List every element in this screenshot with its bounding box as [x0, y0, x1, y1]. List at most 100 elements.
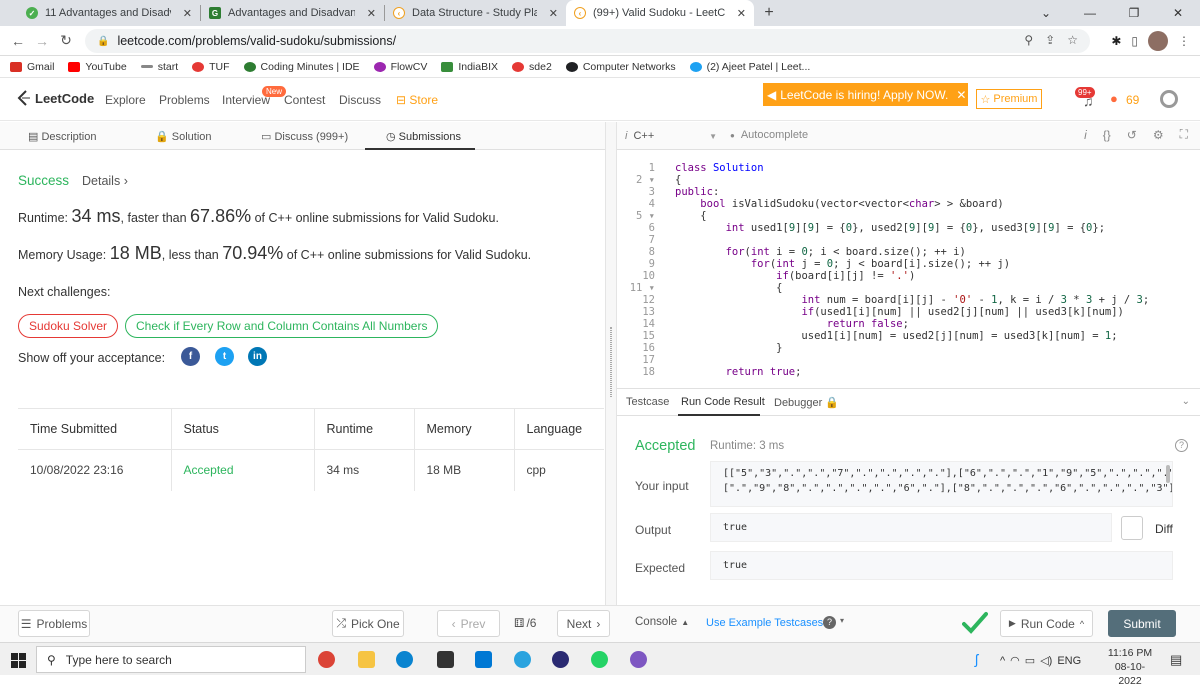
nav-discuss[interactable]: Discuss [339, 93, 381, 107]
autocomplete-toggle[interactable]: ● Autocomplete [730, 129, 808, 141]
col-time[interactable]: Time Submitted [18, 408, 172, 450]
page-indicator[interactable]: ⚅/6 [514, 616, 536, 630]
app-icon[interactable] [552, 651, 569, 668]
browser-tab-2[interactable]: G Advantages and Disadvantages c ✕ [201, 0, 384, 26]
submit-button[interactable]: Submit [1108, 610, 1176, 637]
example-testcases-link[interactable]: Use Example Testcases [706, 617, 823, 629]
bookmark-tuf[interactable]: TUF [192, 61, 230, 73]
reset-icon[interactable]: ↺ [1127, 128, 1137, 142]
help-icon[interactable]: ? [1175, 439, 1188, 452]
windows-start-icon[interactable] [11, 653, 26, 668]
profile-avatar[interactable] [1160, 90, 1178, 108]
sidepanel-icon[interactable]: ▯ [1131, 34, 1138, 48]
chevron-up-icon[interactable]: ^ [1000, 655, 1005, 667]
bookmark-start[interactable]: start [140, 61, 178, 73]
drag-handle-icon[interactable] [610, 327, 612, 397]
reload-icon[interactable]: ↻ [54, 32, 78, 49]
url-field[interactable]: 🔒 leetcode.com/problems/valid-sudoku/sub… [85, 29, 1090, 53]
browser-tab-3[interactable]: ‹ Data Structure - Study Plan - Lee ✕ [385, 0, 566, 26]
cell-status[interactable]: Accepted [171, 449, 315, 491]
pen-icon[interactable]: ʃ [975, 651, 978, 667]
col-language[interactable]: Language [514, 408, 604, 450]
bookmark-twitter[interactable]: (2) Ajeet Patel | Leet... [689, 61, 810, 73]
close-icon[interactable]: ✕ [956, 88, 966, 102]
col-memory[interactable]: Memory [414, 408, 515, 450]
language-select[interactable]: i C++ ▼ [621, 126, 717, 146]
bookmark-sde2[interactable]: sde2 [512, 61, 552, 73]
tab-debugger[interactable]: Debugger 🔒 [774, 396, 839, 409]
bookmark-flowcv[interactable]: FlowCV [373, 61, 427, 73]
forward-icon[interactable]: → [30, 33, 54, 49]
tab-description[interactable]: ▤ Description [28, 130, 97, 143]
challenge-sudoku-solver[interactable]: Sudoku Solver [18, 314, 119, 338]
clock[interactable]: 11:16 PM 08-10-2022 [1105, 646, 1155, 688]
vscode-icon[interactable] [475, 651, 492, 668]
fullscreen-icon[interactable]: ⛶ [1180, 127, 1188, 142]
col-runtime[interactable]: Runtime [314, 408, 415, 450]
store-icon[interactable] [437, 651, 454, 668]
back-icon[interactable]: ← [6, 33, 30, 49]
battery-icon[interactable]: ▭ [1025, 654, 1035, 667]
volume-icon[interactable]: ◁) [1040, 654, 1052, 667]
bookmark-youtube[interactable]: YouTube [68, 61, 127, 73]
pick-one-button[interactable]: ⤮ Pick One [332, 610, 404, 637]
chevron-down-icon[interactable]: ⌄ [1182, 396, 1190, 407]
facebook-icon[interactable]: f [181, 347, 200, 366]
bookmark-computer-networks[interactable]: Computer Networks [565, 61, 676, 73]
prev-button[interactable]: ‹ Prev [437, 610, 500, 637]
language-indicator[interactable]: ENG [1057, 655, 1081, 667]
console-toggle[interactable]: Console ▲ [635, 616, 689, 628]
telegram-icon[interactable] [514, 651, 531, 668]
tab-search-icon[interactable]: ⌄ [1024, 0, 1068, 26]
browser-tab-1[interactable]: ✓ 11 Advantages and Disadvantag ✕ [18, 0, 200, 26]
bookmark-indiabix[interactable]: IndiaBIX [441, 61, 498, 73]
premium-button[interactable]: ☆ Premium [976, 89, 1042, 109]
share-icon[interactable]: ⇪ [1045, 33, 1055, 47]
taskbar-search-input[interactable]: ⚲ Type here to search [36, 646, 306, 673]
caret-down-icon[interactable]: ▾ [840, 616, 844, 625]
hiring-banner[interactable]: ◀ LeetCode is hiring! Apply NOW. ✕ [763, 83, 968, 106]
col-status[interactable]: Status [171, 408, 315, 450]
settings-icon[interactable]: ⚙ [1153, 128, 1164, 142]
nav-contest[interactable]: Contest [284, 93, 325, 107]
code-editor[interactable]: 1 2 ▾ 3 4 5 ▾ 6 7 8 9 10 11 ▾ 12 13 14 1… [617, 150, 1200, 388]
next-button[interactable]: Next › [557, 610, 610, 637]
browser-tab-4[interactable]: ‹ (99+) Valid Sudoku - LeetCode ✕ [566, 0, 754, 26]
diff-toggle[interactable] [1121, 516, 1143, 540]
edge-icon[interactable] [396, 651, 413, 668]
run-code-button[interactable]: ▶ Run Code ^ [1000, 610, 1093, 637]
chrome-icon[interactable] [318, 651, 335, 668]
leetcode-logo[interactable]: LeetCode [17, 90, 94, 106]
info-icon[interactable]: i [1084, 128, 1087, 142]
code-braces-icon[interactable]: {} [1103, 128, 1111, 142]
twitter-icon[interactable]: t [215, 347, 234, 366]
bookmark-coding-minutes[interactable]: Coding Minutes | IDE [243, 61, 360, 73]
close-icon[interactable]: ✕ [183, 7, 192, 20]
scrollbar[interactable] [1166, 465, 1170, 483]
wifi-icon[interactable]: ◠ [1010, 654, 1020, 667]
whatsapp-icon[interactable] [591, 651, 608, 668]
close-icon[interactable]: ✕ [737, 7, 746, 20]
restore-button[interactable]: ❐ [1112, 0, 1156, 26]
nav-explore[interactable]: Explore [105, 93, 146, 107]
tab-run-code-result[interactable]: Run Code Result [681, 396, 765, 408]
nav-store[interactable]: ⊟ Store [396, 93, 438, 107]
close-window-button[interactable]: ✕ [1156, 0, 1200, 26]
nav-problems[interactable]: Problems [159, 93, 210, 107]
close-icon[interactable]: ✕ [367, 7, 376, 20]
help-icon[interactable]: ? [823, 616, 836, 629]
minimize-button[interactable]: — [1068, 0, 1112, 26]
bookmark-gmail[interactable]: Gmail [10, 61, 54, 73]
zoom-icon[interactable]: ⚲ [1024, 33, 1033, 47]
tab-discuss[interactable]: ▭ Discuss (999+) [261, 130, 348, 143]
problems-button[interactable]: ☰ Problems [18, 610, 90, 637]
tab-solution[interactable]: 🔒 Solution [155, 130, 212, 143]
extension-icon[interactable]: ✱ [1111, 34, 1121, 48]
menu-icon[interactable]: ⋮ [1178, 34, 1190, 48]
tab-testcase[interactable]: Testcase [626, 396, 669, 408]
linkedin-icon[interactable]: in [248, 347, 267, 366]
challenge-check-every-row[interactable]: Check if Every Row and Column Contains A… [125, 314, 439, 338]
table-row[interactable]: 10/08/2022 23:16 Accepted 34 ms 18 MB cp… [18, 449, 604, 491]
close-icon[interactable]: ✕ [549, 7, 558, 20]
new-tab-button[interactable]: + [754, 0, 784, 26]
